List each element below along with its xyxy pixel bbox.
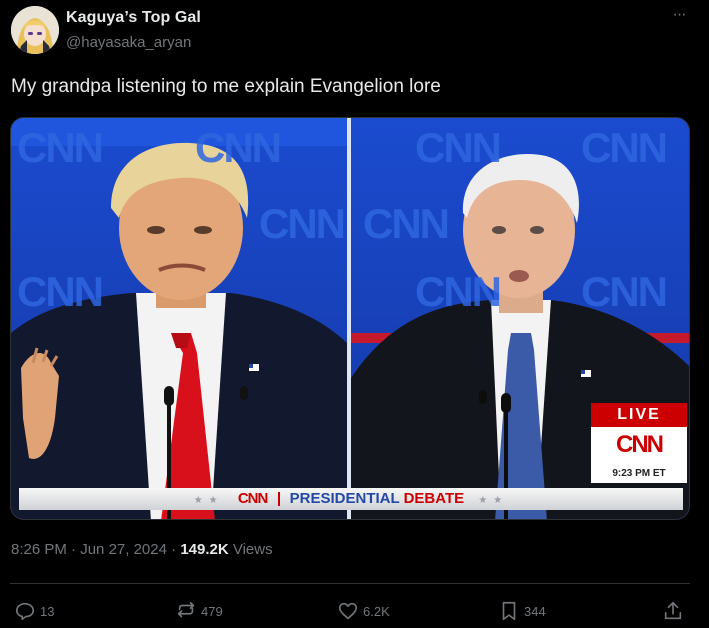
author-display-name[interactable]: Kaguya’s Top Gal — [66, 9, 201, 27]
meta-separator: · — [66, 541, 81, 558]
lower-third-network: CNN — [237, 490, 268, 507]
like-count: 6.2K — [363, 603, 390, 619]
cnn-watermark: CNN — [581, 268, 668, 315]
cnn-watermark: CNN — [17, 268, 104, 315]
cnn-watermark: CNN — [195, 124, 282, 171]
reply-icon — [15, 602, 35, 621]
cnn-watermark: CNN — [581, 124, 668, 171]
like-button[interactable]: 6.2K — [337, 598, 390, 624]
views-label: Views — [232, 541, 273, 558]
avatar[interactable] — [11, 6, 59, 54]
cnn-logo: CNN — [616, 431, 664, 458]
share-icon — [664, 601, 682, 620]
media-left-panel: CNN CNN CNN CNN — [11, 118, 347, 519]
tweet-time[interactable]: 8:26 PM — [11, 541, 67, 558]
live-badge: LIVE CNN 9:23 PM ET — [591, 403, 687, 483]
cnn-watermark: CNN — [259, 200, 346, 247]
repost-button[interactable]: 479 — [175, 598, 223, 624]
lower-third-separator — [277, 492, 280, 507]
views-count: 149.2K — [180, 541, 229, 558]
broadcast-time: 9:23 PM ET — [612, 468, 666, 479]
lower-third-subtitle: DEBATE — [403, 490, 465, 507]
stars-decoration: ★★ — [193, 495, 224, 506]
tweet-date[interactable]: Jun 27, 2024 — [80, 541, 167, 558]
reply-button[interactable]: 13 — [14, 598, 54, 624]
lower-third-banner: ★★ CNN PRESIDENTIAL DEBATE ★★ — [19, 488, 683, 510]
like-icon — [338, 602, 358, 620]
tweet-meta: 8:26 PM · Jun 27, 2024 · 149.2K Views — [11, 541, 273, 558]
tweet-text: My grandpa listening to me explain Evang… — [11, 76, 441, 97]
cnn-watermark: CNN — [363, 200, 450, 247]
bookmark-button[interactable]: 344 — [498, 598, 546, 624]
share-button[interactable] — [662, 598, 688, 624]
cnn-watermark: CNN — [415, 124, 502, 171]
reply-count: 13 — [40, 603, 55, 619]
repost-icon — [177, 601, 195, 618]
meta-separator: · — [166, 541, 181, 558]
lower-third-title: PRESIDENTIAL — [289, 490, 400, 507]
tweet-media-image[interactable]: CNN CNN CNN CNN CNN CNN CNN CNN CNN LIVE… — [10, 117, 690, 520]
more-icon[interactable]: ··· — [666, 6, 692, 30]
repost-count: 479 — [201, 603, 223, 619]
stars-decoration: ★★ — [478, 495, 509, 506]
author-handle[interactable]: @hayasaka_aryan — [66, 34, 191, 51]
divider-line — [10, 583, 690, 584]
bookmark-icon — [502, 601, 516, 621]
live-label: LIVE — [591, 403, 687, 427]
bookmark-count: 344 — [524, 603, 546, 619]
cnn-watermark: CNN — [17, 124, 104, 171]
cnn-watermark: CNN — [415, 268, 502, 315]
